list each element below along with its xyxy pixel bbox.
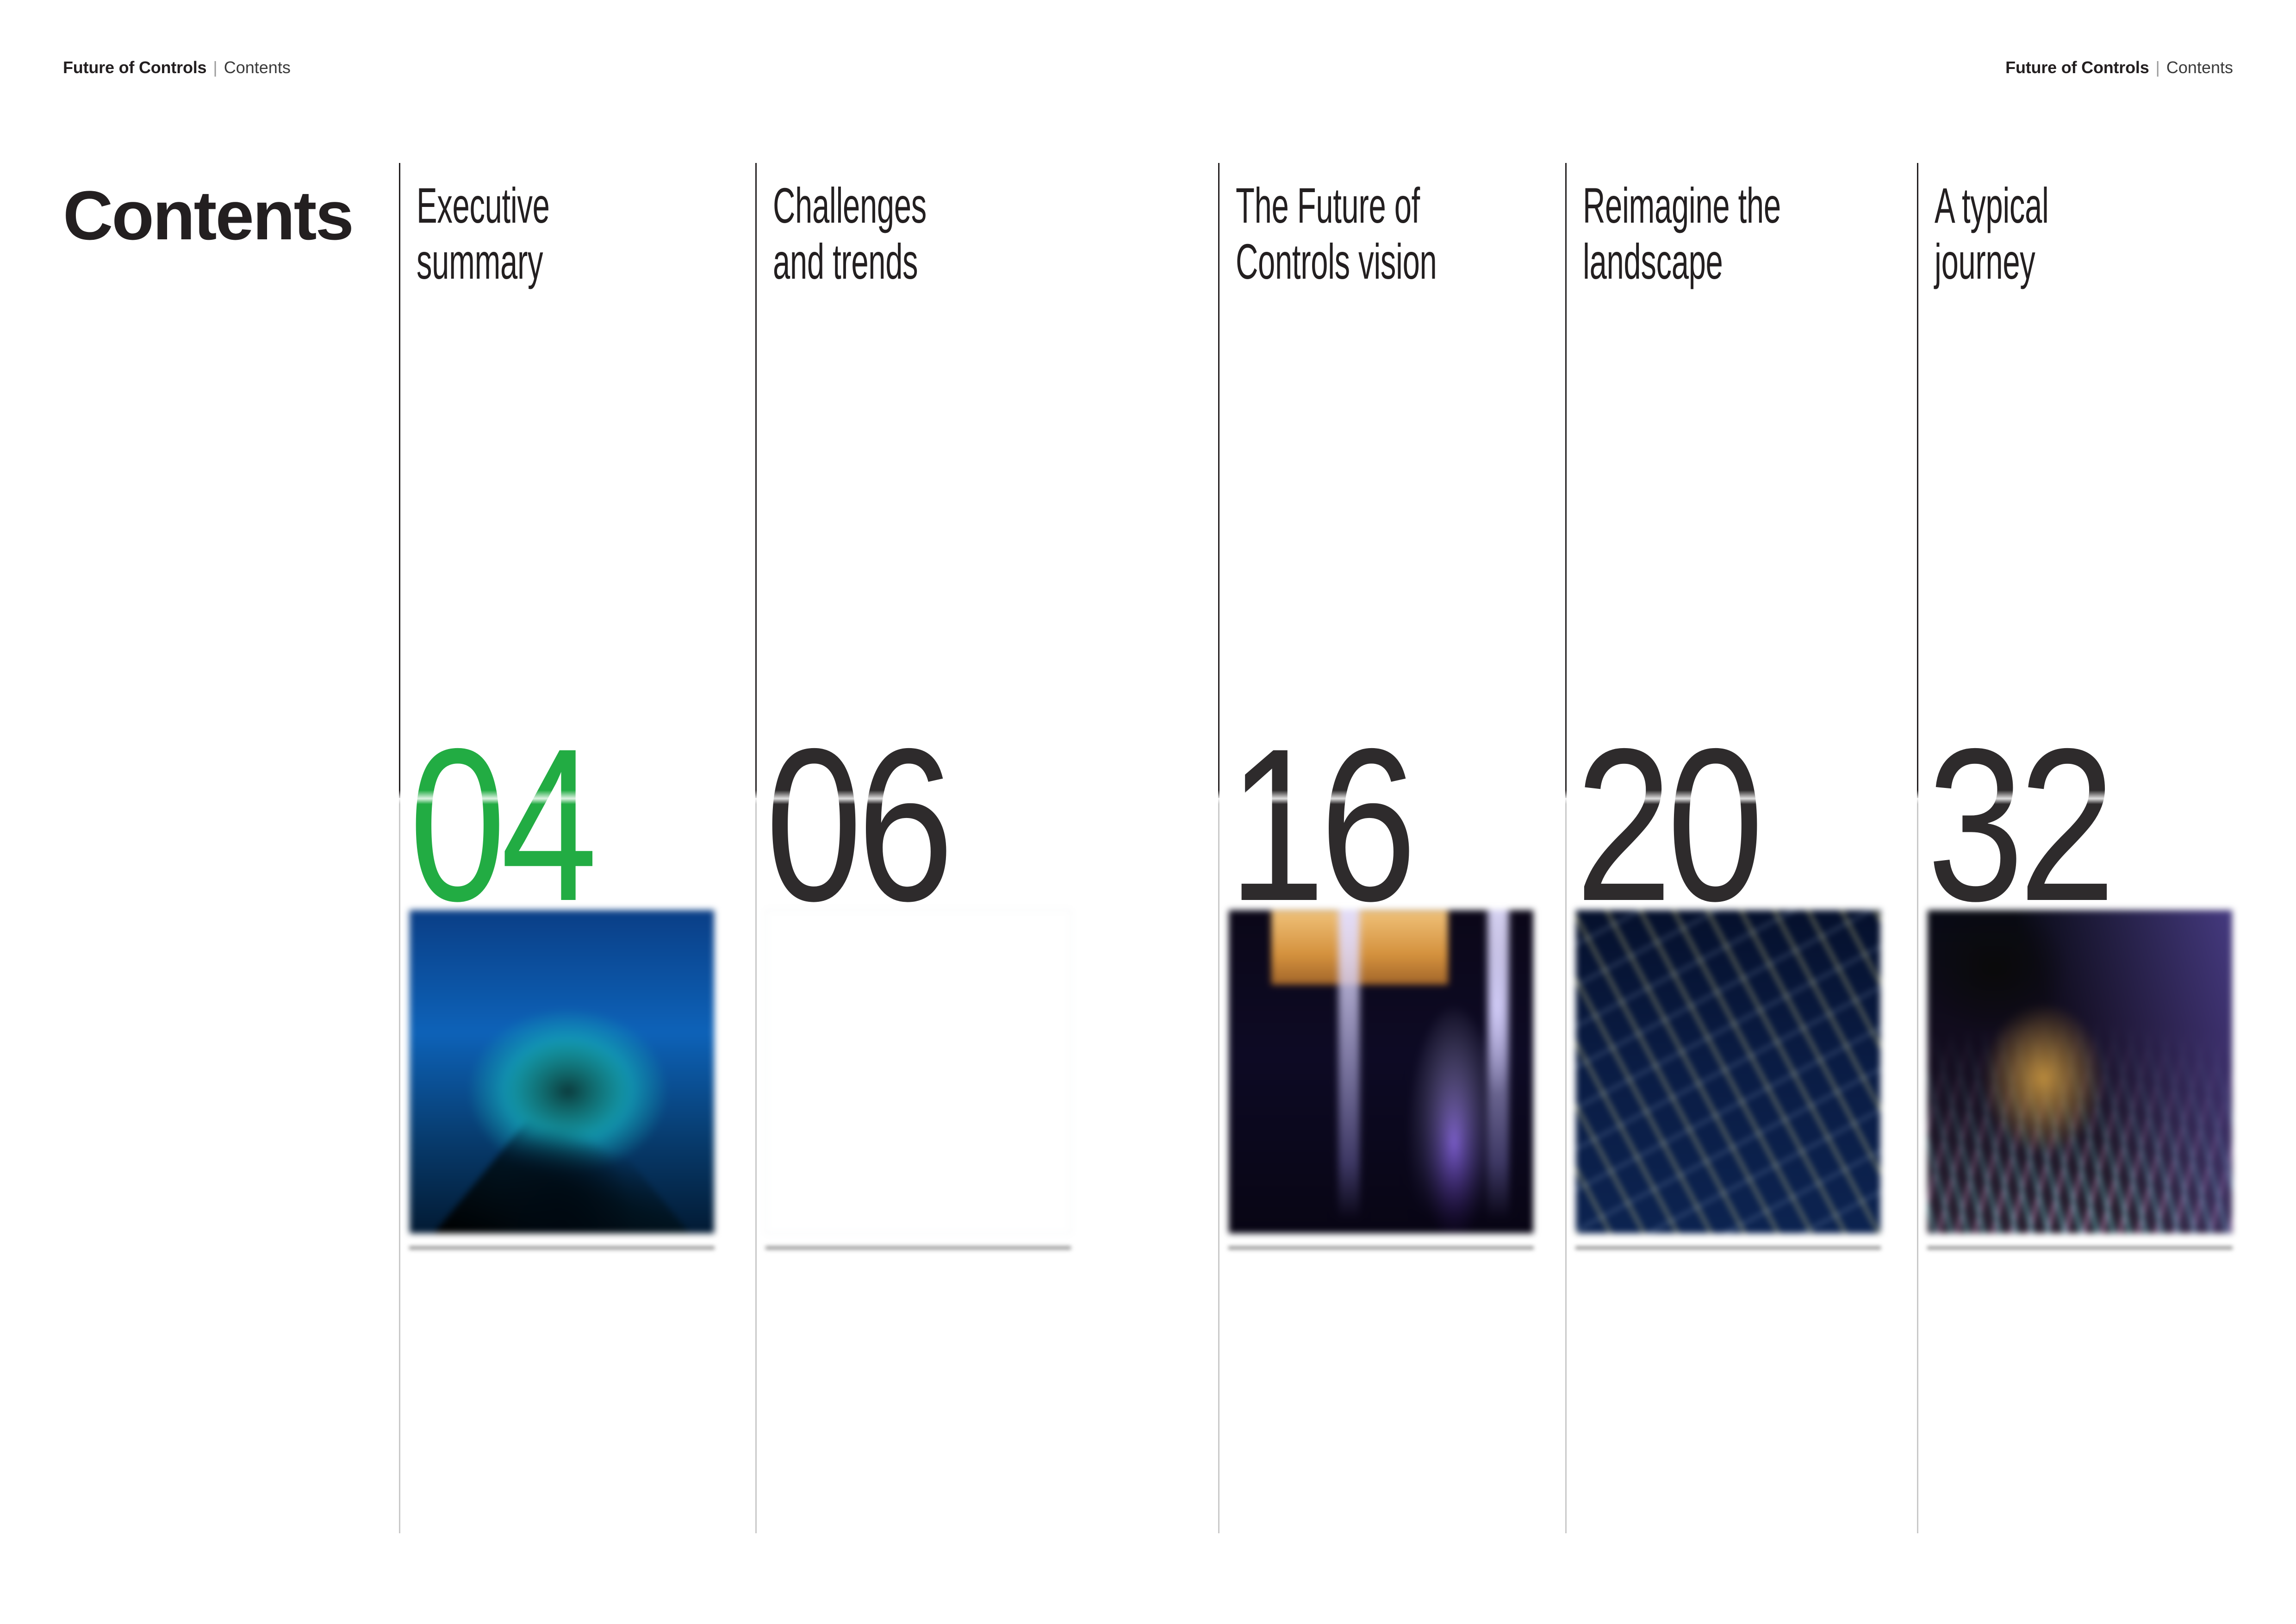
contents-entry-heading: Reimagine the landscape xyxy=(1583,177,1781,289)
blue-tunnel-thumbnail xyxy=(409,910,715,1234)
running-header-left: Future of Controls | Contents xyxy=(63,59,291,76)
running-header-section: Contents xyxy=(224,58,291,77)
column-divider-rule-lower xyxy=(399,798,400,1533)
running-header-separator-right: | xyxy=(2155,58,2160,77)
caption-rule xyxy=(1927,1246,2233,1249)
caption-rule xyxy=(1575,1246,1881,1249)
column-divider-rule xyxy=(755,163,757,798)
stage-light-thumbnail xyxy=(1228,910,1534,1234)
running-header-separator: | xyxy=(213,58,218,77)
neon-crowd-thumbnail xyxy=(765,910,1071,1234)
contents-entry-caption xyxy=(1927,1246,2233,1256)
running-header-right: Future of Controls | Contents xyxy=(2005,59,2233,76)
column-divider-rule-lower xyxy=(1565,798,1567,1533)
caption-rule xyxy=(765,1246,1071,1249)
caption-rule xyxy=(1228,1246,1534,1249)
contents-entry-reimagine-the-landscape[interactable]: Reimagine the landscape 20 xyxy=(1565,163,1917,1533)
column-divider-rule-lower xyxy=(1917,798,1918,1533)
running-header-document-title: Future of Controls xyxy=(63,58,207,77)
contents-entry-heading: A typical journey xyxy=(1935,177,2049,289)
contents-entry-future-of-controls-vision[interactable]: The Future of Controls vision 16 xyxy=(1218,163,1570,1533)
contents-entry-heading: Executive summary xyxy=(417,177,550,289)
city-grid-thumbnail xyxy=(1575,910,1881,1234)
contents-columns: Executive summary 04 Challenges and tren… xyxy=(399,163,2269,1533)
contents-page: Future of Controls | Contents Future of Co… xyxy=(0,0,2296,1624)
column-divider-rule-lower xyxy=(1218,798,1220,1533)
column-divider-rule xyxy=(399,163,400,798)
contents-entry-page-number: 32 xyxy=(1927,703,2116,946)
column-divider-rule xyxy=(1917,163,1918,798)
contents-entry-page-number: 16 xyxy=(1228,703,1417,946)
contents-entry-caption xyxy=(765,1246,1071,1256)
page-title: Contents xyxy=(63,176,354,254)
column-divider-rule xyxy=(1565,163,1567,798)
contents-entry-executive-summary[interactable]: Executive summary 04 xyxy=(399,163,751,1533)
contents-entry-page-number: 04 xyxy=(409,703,597,946)
light-trails-thumbnail xyxy=(1927,910,2233,1234)
contents-entry-page-number: 20 xyxy=(1575,703,1764,946)
column-divider-rule xyxy=(1218,163,1220,798)
contents-entry-heading: Challenges and trends xyxy=(773,177,927,289)
contents-entry-a-typical-journey[interactable]: A typical journey 32 xyxy=(1917,163,2269,1533)
running-header-section-right: Contents xyxy=(2166,58,2233,77)
contents-entry-caption xyxy=(1228,1246,1534,1256)
column-divider-rule-lower xyxy=(755,798,757,1533)
contents-entry-heading: The Future of Controls vision xyxy=(1236,177,1437,289)
caption-rule xyxy=(409,1246,715,1249)
contents-entry-challenges-and-trends[interactable]: Challenges and trends 06 xyxy=(755,163,1107,1533)
contents-entry-page-number: 06 xyxy=(765,703,954,946)
running-header-document-title-right: Future of Controls xyxy=(2005,58,2149,77)
contents-entry-caption xyxy=(409,1246,715,1256)
contents-entry-caption xyxy=(1575,1246,1881,1256)
